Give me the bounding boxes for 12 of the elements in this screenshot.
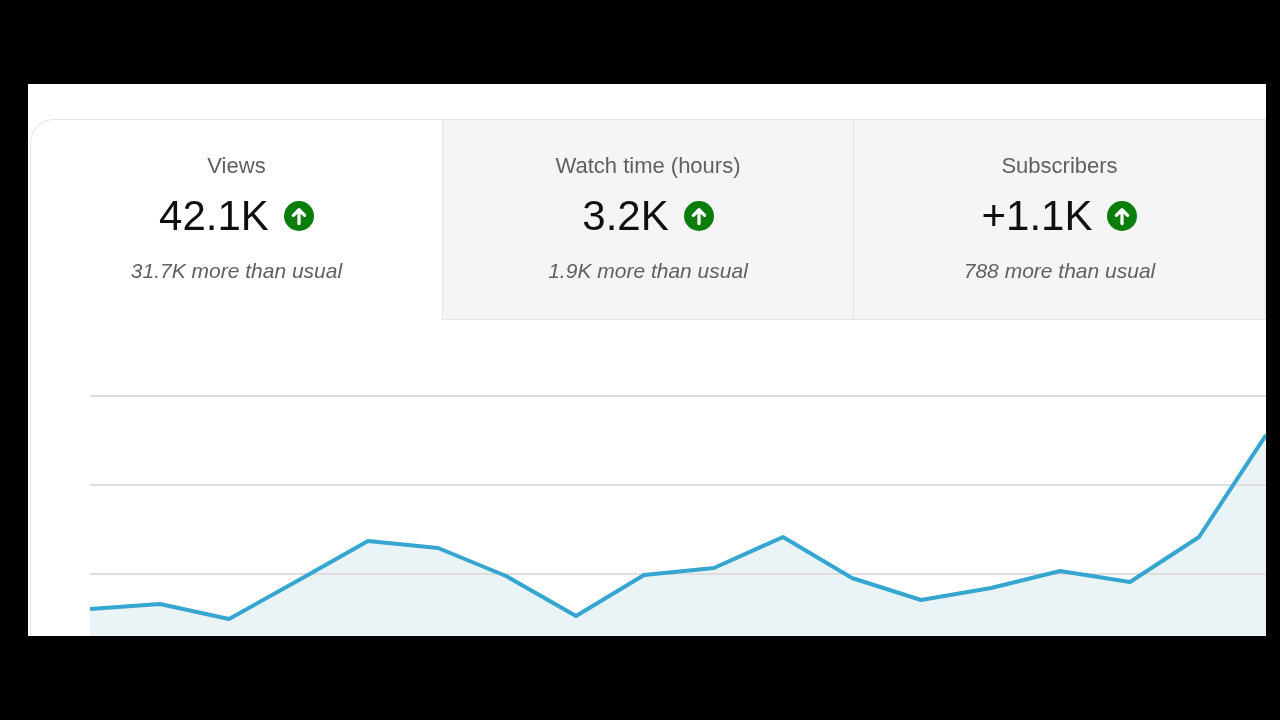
- metric-value: 3.2K: [582, 192, 669, 240]
- metric-value: +1.1K: [981, 192, 1093, 240]
- metric-tab[interactable]: Watch time (hours) 3.2K 1.9K more than usual: [442, 119, 853, 320]
- comparison-text: 31.7K more than usual: [130, 258, 343, 284]
- comparison-text: 788 more than usual: [963, 258, 1156, 284]
- metric-label: Views: [207, 153, 266, 179]
- metric-value: 42.1K: [159, 192, 269, 240]
- metric-tab[interactable]: Views 42.1K 31.7K more than usual: [30, 119, 442, 320]
- metric-label: Watch time (hours): [555, 153, 741, 179]
- comparison-text: 1.9K more than usual: [548, 258, 748, 284]
- metric-tab[interactable]: Subscribers +1.1K 788 more than usual: [853, 119, 1266, 320]
- metric-label: Subscribers: [1001, 153, 1118, 179]
